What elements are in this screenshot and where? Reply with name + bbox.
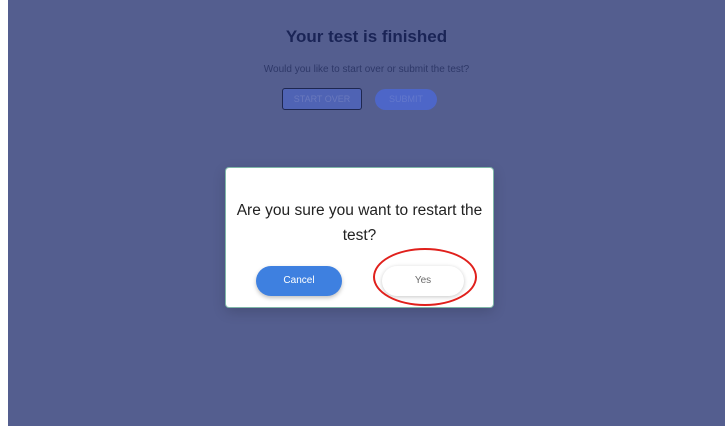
start-over-button[interactable]: START OVER bbox=[282, 88, 362, 110]
cancel-button[interactable]: Cancel bbox=[256, 266, 342, 296]
yes-button[interactable]: Yes bbox=[382, 266, 464, 296]
modal-backdrop: Your test is finished Would you like to … bbox=[8, 0, 725, 426]
dialog-message: Are you sure you want to restart the tes… bbox=[236, 202, 483, 244]
submit-button[interactable]: SUBMIT bbox=[375, 89, 437, 110]
page-subtitle: Would you like to start over or submit t… bbox=[263, 64, 470, 75]
confirm-dialog: Are you sure you want to restart the tes… bbox=[226, 168, 493, 307]
page-title: Your test is finished bbox=[285, 27, 448, 46]
